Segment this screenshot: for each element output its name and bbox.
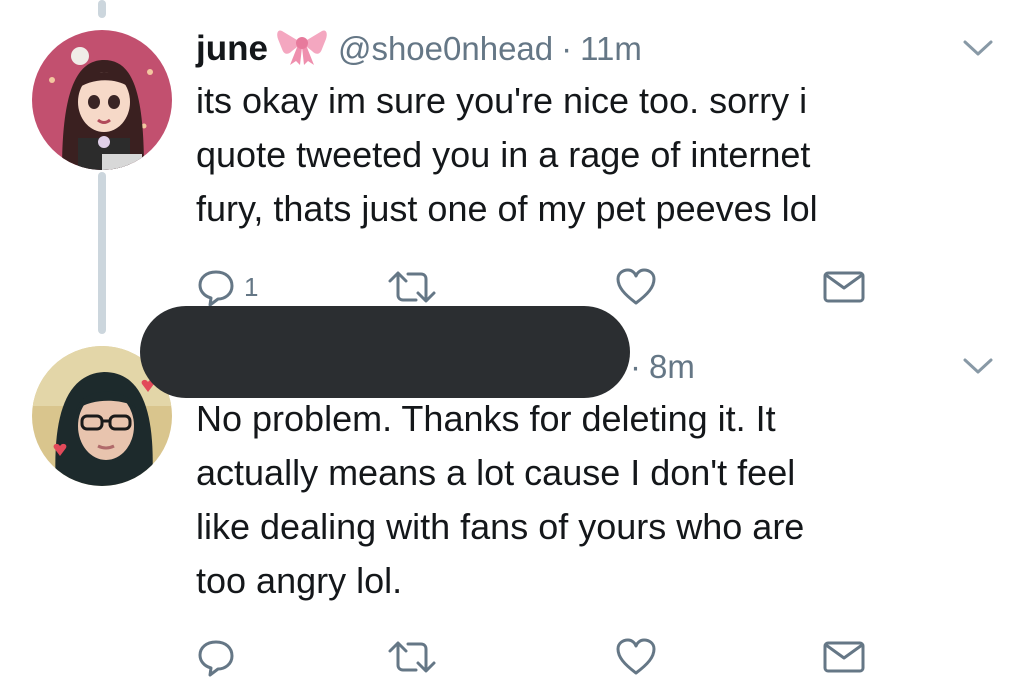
redaction-bar <box>140 306 630 398</box>
retweet-button[interactable] <box>386 262 438 312</box>
tweet-text: its okay im sure you're nice too. sorry … <box>196 80 818 229</box>
timestamp[interactable]: 8m <box>649 348 695 386</box>
retweet-button[interactable] <box>386 632 438 682</box>
dm-button[interactable] <box>820 262 868 312</box>
reply-count: 1 <box>244 271 259 302</box>
chevron-down-icon[interactable] <box>962 38 994 58</box>
ribbon-icon <box>276 27 328 72</box>
tweet[interactable]: · 8m No problem. Thanks for deleting it.… <box>0 306 1024 689</box>
avatar[interactable] <box>32 30 172 170</box>
tweet-actions <box>196 632 916 682</box>
avatar-illustration <box>32 30 172 170</box>
tweet-actions: 1 <box>196 262 916 312</box>
reply-button[interactable]: 1 <box>196 262 258 312</box>
separator-dot: · <box>561 30 573 67</box>
reply-icon <box>198 640 234 677</box>
chevron-down-icon[interactable] <box>962 356 994 376</box>
tweet-header: · 8m <box>630 344 695 390</box>
mail-icon <box>823 271 865 303</box>
separator-dot: · <box>630 348 641 385</box>
display-name[interactable]: june <box>196 29 268 69</box>
like-button[interactable] <box>614 632 658 682</box>
retweet-icon <box>388 271 436 303</box>
mail-icon <box>823 641 865 673</box>
tweet[interactable]: june @shoe0nhead · 11m its okay im sure … <box>0 0 1024 336</box>
user-handle[interactable]: @shoe0nhead <box>338 30 553 68</box>
tweet-text: No problem. Thanks for deleting it. It a… <box>196 398 805 601</box>
tweet-header: june @shoe0nhead · 11m <box>196 26 642 72</box>
reply-button[interactable] <box>196 632 236 682</box>
retweet-icon <box>388 641 436 673</box>
like-button[interactable] <box>614 262 658 312</box>
reply-icon <box>198 270 234 307</box>
timestamp[interactable]: 11m <box>580 30 642 68</box>
heart-icon <box>616 638 656 675</box>
dm-button[interactable] <box>820 632 868 682</box>
heart-icon <box>616 268 656 305</box>
